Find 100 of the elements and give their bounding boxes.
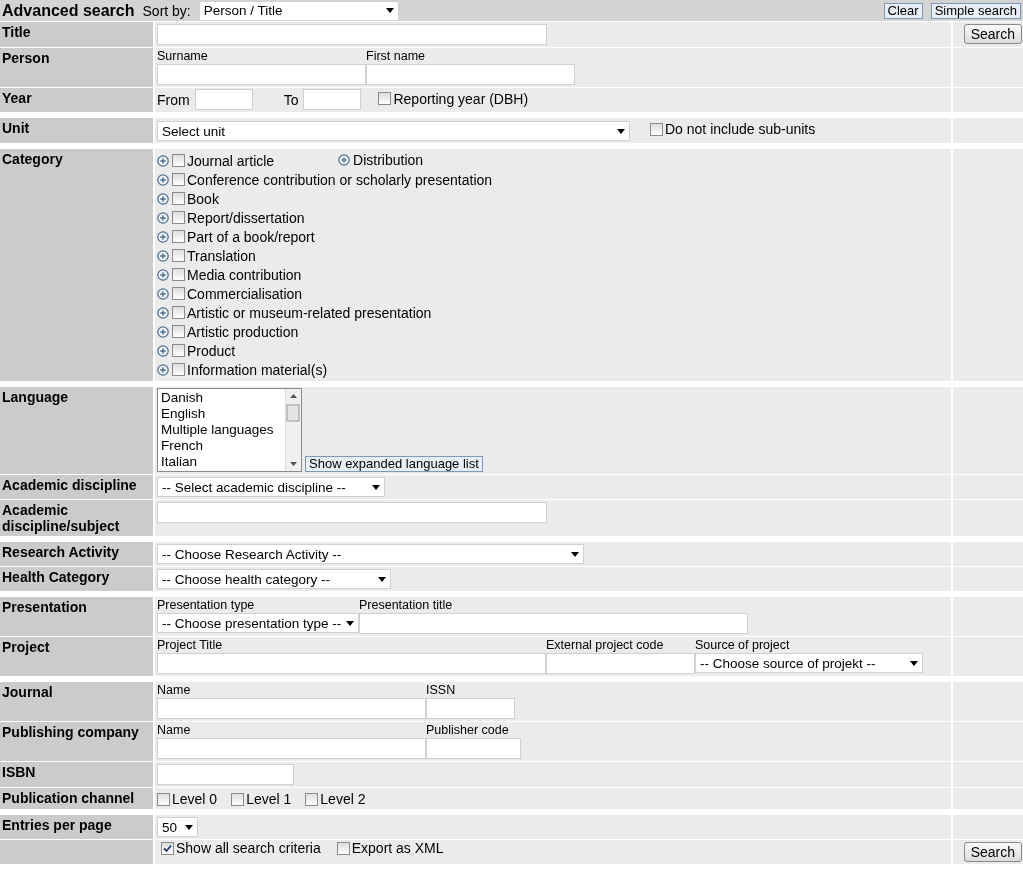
dropdown[interactable]: 50 xyxy=(157,817,198,837)
checkbox-label: Export as XML xyxy=(351,840,444,856)
checkbox[interactable] xyxy=(172,268,185,281)
input-field[interactable] xyxy=(303,89,362,110)
field-label: Source of project xyxy=(695,638,791,653)
list-option[interactable]: Danish xyxy=(161,390,282,406)
scrollbar[interactable] xyxy=(285,389,301,471)
dropdown[interactable]: -- Select academic discipline -- xyxy=(157,477,385,497)
simple-search-button[interactable]: Simple search xyxy=(930,2,1021,19)
page-title: Advanced search xyxy=(2,1,135,20)
list-option[interactable]: Multiple languages xyxy=(161,422,282,438)
list-option[interactable]: English xyxy=(161,406,282,422)
checkbox[interactable] xyxy=(172,173,185,186)
row-label: Health Category xyxy=(0,567,153,591)
row-label: Publishing company xyxy=(0,722,153,761)
checkbox-label: Do not include sub-units xyxy=(665,121,816,137)
checkbox[interactable] xyxy=(157,792,170,806)
expand-list-button[interactable]: Show expanded language list xyxy=(305,456,483,472)
input-field[interactable] xyxy=(157,24,547,45)
dropdown[interactable]: -- Choose source of projekt -- xyxy=(695,653,923,673)
input-field[interactable] xyxy=(546,653,695,674)
input-field[interactable] xyxy=(194,89,253,110)
expand-icon[interactable] xyxy=(157,268,169,281)
checkbox[interactable] xyxy=(161,841,174,855)
checkbox[interactable] xyxy=(172,230,185,243)
category-label: Product xyxy=(187,342,236,359)
input-field[interactable] xyxy=(426,698,515,719)
expand-icon[interactable] xyxy=(157,344,169,357)
expand-icon[interactable] xyxy=(157,154,169,167)
expand-icon[interactable] xyxy=(157,192,169,205)
input-field[interactable] xyxy=(157,64,366,85)
checkbox[interactable] xyxy=(172,192,185,205)
row-label: Entries per page xyxy=(0,815,153,839)
category-label: Media contribution xyxy=(187,266,302,283)
expand-icon[interactable] xyxy=(157,230,169,243)
expand-icon[interactable] xyxy=(338,153,351,166)
checkbox[interactable] xyxy=(172,344,185,357)
field-label: Surname xyxy=(157,49,209,64)
checkbox[interactable] xyxy=(336,841,350,855)
checkbox[interactable] xyxy=(172,211,185,224)
checkbox[interactable] xyxy=(172,306,185,319)
checkbox[interactable] xyxy=(231,792,245,806)
expand-icon[interactable] xyxy=(157,211,169,224)
expand-icon[interactable] xyxy=(157,306,169,319)
list-option[interactable]: Italian xyxy=(161,454,282,470)
row-label: Academic discipline/subject xyxy=(0,500,153,536)
field-label: First name xyxy=(366,49,427,64)
checkbox-label: Level 2 xyxy=(320,791,366,807)
expand-icon[interactable] xyxy=(157,249,169,262)
input-field[interactable] xyxy=(426,738,521,759)
list-option[interactable]: French xyxy=(161,438,282,454)
search-button[interactable]: Search xyxy=(963,24,1022,44)
input-field[interactable] xyxy=(359,613,748,634)
expand-icon[interactable] xyxy=(157,363,169,376)
category-label: Book xyxy=(187,190,219,207)
clear-button[interactable]: Clear xyxy=(883,2,923,19)
dropdown[interactable]: -- Choose presentation type -- xyxy=(157,613,359,633)
row-label: Person xyxy=(0,48,153,87)
caret-icon xyxy=(378,576,386,582)
field-label: Project Title xyxy=(157,638,224,653)
row-label: Title xyxy=(0,22,153,47)
expand-icon[interactable] xyxy=(157,325,169,338)
input-field[interactable] xyxy=(366,64,575,85)
input-field[interactable] xyxy=(157,653,546,674)
category-label: Distribution xyxy=(353,151,424,168)
input-field[interactable] xyxy=(157,698,426,719)
dropdown[interactable]: -- Choose Research Activity -- xyxy=(157,544,584,564)
checkbox[interactable] xyxy=(172,287,185,300)
row-label: ISBN xyxy=(0,762,153,787)
sort-dropdown[interactable]: Person / Title xyxy=(198,0,399,21)
checkbox[interactable] xyxy=(650,122,663,136)
checkbox[interactable] xyxy=(378,92,392,106)
checkbox[interactable] xyxy=(172,363,185,376)
search-button[interactable]: Search xyxy=(963,842,1022,862)
caret-icon xyxy=(185,824,193,830)
caret-icon xyxy=(385,8,394,13)
sort-label: Sort by: xyxy=(142,2,191,19)
category-label: Translation xyxy=(187,247,256,264)
field-label: Presentation type xyxy=(157,598,256,613)
field-label: Name xyxy=(157,723,192,738)
category-label: Journal article xyxy=(187,152,275,169)
from-label: From xyxy=(157,91,190,108)
input-field[interactable] xyxy=(157,738,426,759)
input-field[interactable] xyxy=(157,764,294,785)
checkbox[interactable] xyxy=(305,792,319,806)
row-label: Category xyxy=(0,149,153,381)
checkbox[interactable] xyxy=(172,154,185,167)
dropdown[interactable]: -- Choose health category -- xyxy=(157,569,391,589)
caret-icon xyxy=(617,128,625,134)
checkbox[interactable] xyxy=(172,325,185,338)
language-list[interactable]: Danish English Multiple languages French Italian xyxy=(157,388,302,472)
caret-icon xyxy=(372,484,380,490)
checkbox[interactable] xyxy=(172,249,185,262)
input-field[interactable] xyxy=(157,502,547,523)
field-label: Presentation title xyxy=(359,598,454,613)
expand-icon[interactable] xyxy=(157,287,169,300)
expand-icon[interactable] xyxy=(157,173,169,186)
caret-icon xyxy=(571,551,579,557)
unit-dropdown[interactable]: Select unit xyxy=(157,121,630,141)
category-label: Part of a book/report xyxy=(187,228,315,245)
